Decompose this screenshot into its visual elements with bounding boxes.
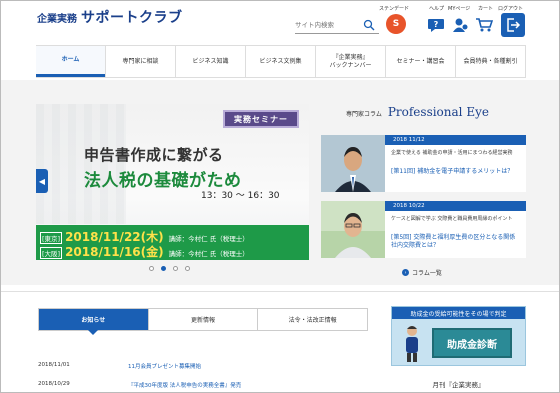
column-title: Professional Eye <box>387 105 489 119</box>
main-nav: ホーム 専門家に相談 ビジネス知識 ビジネス文例集 『企業実務』 バックナンバー… <box>36 45 526 78</box>
card-title[interactable]: [第11回] 補助金を電子申請するメリットは？ <box>391 168 523 176</box>
mypage-button[interactable] <box>449 15 471 35</box>
carousel-prev-button[interactable]: ◀ <box>36 169 48 193</box>
subsidy-diagnosis-banner[interactable]: 助成金の受給可能性をその場で判定 助成金診断 <box>391 306 526 366</box>
seminar-tag: 実務セミナー <box>223 110 299 128</box>
logo-prefix: 企業実務 <box>37 14 77 25</box>
card-date: 2018 10/22 <box>385 201 526 211</box>
seminar-banner[interactable]: 実務セミナー 申告書作成に繋がる 法人税の基礎がため 13：30 〜 16：30… <box>36 104 309 260</box>
mypage-link[interactable]: MYページ <box>448 5 470 12</box>
carousel-dot-active[interactable] <box>161 266 166 271</box>
column-card[interactable]: 2018 10/22 ケースと図解で学ぶ 交際費と職員費用周縁のポイント [第5… <box>321 201 526 258</box>
schedule-lecturer: 講師：今村仁 氏（税理士） <box>168 235 249 243</box>
steady-badge[interactable]: S <box>386 14 406 34</box>
news-date: 2018/10/29 <box>38 381 70 387</box>
site-logo[interactable]: 企業実務 サポートクラブ <box>37 7 183 27</box>
news-item: 2018/11/01 11月会員プレゼント募集開始 <box>38 362 368 370</box>
logout-link[interactable]: ログアウト <box>498 5 523 12</box>
news-link[interactable]: 11月会員プレゼント募集開始 <box>128 362 201 370</box>
schedule-city: [大阪] <box>40 247 63 259</box>
nav-backnumber[interactable]: 『企業実務』 バックナンバー <box>315 46 385 77</box>
search-icon[interactable] <box>363 19 375 31</box>
site-header: 企業実務 サポートクラブ ステンデード S ヘルプ MYページ カート ログアウ… <box>1 1 559 43</box>
user-icon <box>453 18 468 32</box>
column-label: 専門家コラム <box>346 111 382 118</box>
tab-updates[interactable]: 更新情報 <box>147 309 258 330</box>
person-illustration <box>406 326 418 362</box>
banner-schedule: [東京] 2018/11/22(木) 講師：今村仁 氏（税理士） [大阪] 20… <box>36 225 309 260</box>
banner-time: 13：30 〜 16：30 <box>201 191 280 201</box>
carousel-dot[interactable] <box>185 266 190 271</box>
info-tabs: お知らせ 更新情報 法令・法改正情報 <box>38 308 368 335</box>
card-title[interactable]: [第5回] 交際費と福利厚生費の区分となる関係 社内交際費とは？ <box>391 234 523 250</box>
carousel-dots <box>149 266 190 271</box>
logout-button[interactable] <box>501 13 525 37</box>
promo-caption: 助成金の受給可能性をその場で判定 <box>392 307 525 319</box>
column-card[interactable]: 2018 11/12 企業で使える 補助金の申請・活用にまつわる経営実務 [第1… <box>321 135 526 192</box>
nav-seminar[interactable]: セミナー・講習会 <box>385 46 455 77</box>
tab-notices[interactable]: お知らせ <box>39 309 148 335</box>
news-link[interactable]: 『平成30年度版 法人税申告の実務全書』発売 <box>128 381 241 389</box>
author-photo <box>321 135 385 192</box>
nav-home[interactable]: ホーム <box>36 46 105 77</box>
page-frame: 企業実務 サポートクラブ ステンデード S ヘルプ MYページ カート ログアウ… <box>0 0 560 393</box>
card-date: 2018 11/12 <box>385 135 526 145</box>
logo-main: サポートクラブ <box>81 10 183 26</box>
carousel-dot[interactable] <box>149 266 154 271</box>
cart-button[interactable] <box>473 15 495 35</box>
cart-icon <box>476 18 493 32</box>
schedule-row-osaka: [大阪] 2018/11/16(金) 講師：今村仁 氏（税理士） <box>40 243 249 260</box>
search-input[interactable] <box>295 20 363 29</box>
nav-business-templates[interactable]: ビジネス文例集 <box>245 46 315 77</box>
schedule-date: 2018/11/16(金) <box>65 245 164 259</box>
chevron-right-icon: › <box>402 269 409 276</box>
card-series: 企業で使える 補助金の申請・活用にまつわる経営実務 <box>391 150 513 156</box>
column-header: 専門家コラム Professional Eye <box>346 105 489 119</box>
section-divider <box>1 291 559 292</box>
monthly-magazine-label[interactable]: 月刊『企業実務』 <box>391 379 526 389</box>
nav-member-benefits[interactable]: 会員特典・各種割引 <box>455 46 526 77</box>
nav-consult[interactable]: 専門家に相談 <box>105 46 175 77</box>
card-series: ケースと図解で学ぶ 交際費と職員費用周縁のポイント <box>391 216 513 222</box>
promo-board: 助成金診断 <box>432 328 512 358</box>
help-button[interactable]: ? <box>425 15 447 35</box>
news-item: 2018/10/29 『平成30年度版 法人税申告の実務全書』発売 <box>38 381 368 389</box>
svg-text:?: ? <box>434 20 439 29</box>
column-list-label: コラム一覧 <box>412 270 442 277</box>
column-list-link[interactable]: › コラム一覧 <box>402 268 442 277</box>
schedule-lecturer: 講師：今村仁 氏（税理士） <box>168 250 249 258</box>
chevron-left-icon: ◀ <box>38 176 46 186</box>
steady-label: ステンデード <box>379 6 410 12</box>
tab-law-updates[interactable]: 法令・法改正情報 <box>257 309 367 330</box>
nav-business-knowledge[interactable]: ビジネス知識 <box>175 46 245 77</box>
help-icon: ? <box>428 19 444 32</box>
author-photo <box>321 201 385 258</box>
search-box <box>295 16 379 34</box>
carousel-dot[interactable] <box>173 266 178 271</box>
banner-headline-1: 申告書作成に繋がる <box>84 146 224 164</box>
help-link[interactable]: ヘルプ <box>429 5 444 12</box>
logout-icon <box>507 18 521 32</box>
news-date: 2018/11/01 <box>38 362 70 368</box>
cart-link[interactable]: カート <box>478 5 493 12</box>
